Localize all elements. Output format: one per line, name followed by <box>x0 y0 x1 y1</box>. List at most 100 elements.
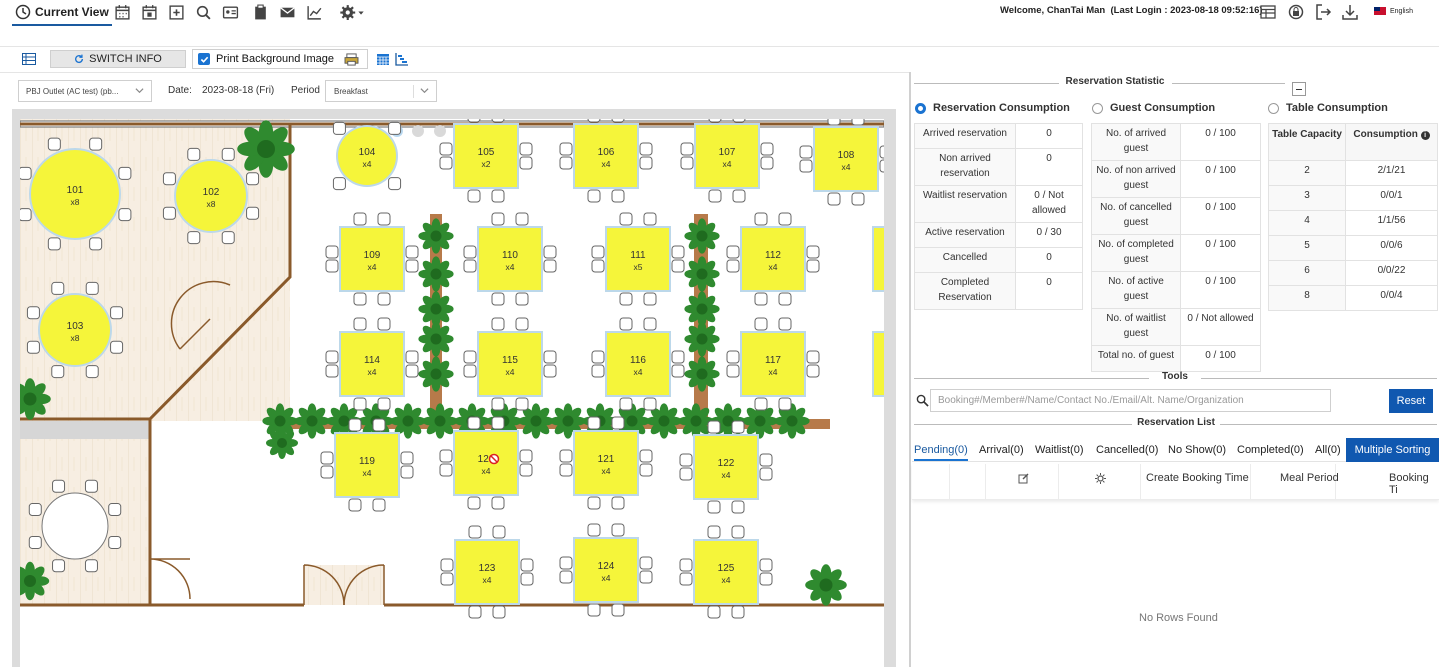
tab-completed[interactable]: Completed(0) <box>1237 444 1304 456</box>
table-115[interactable]: 115x4 <box>463 317 557 411</box>
guest-stat-row-label: No. of non arrived guest <box>1091 160 1181 198</box>
language-selector[interactable]: English <box>1374 7 1413 15</box>
calendar-day-icon[interactable] <box>140 3 158 21</box>
radio-table-consumption[interactable]: Table Consumption <box>1268 102 1388 114</box>
printer-icon[interactable] <box>344 52 359 66</box>
table-106[interactable]: 106x4 <box>559 119 653 203</box>
table-123[interactable]: 123x4 <box>440 525 534 619</box>
table-121[interactable]: 121x4 <box>559 416 653 510</box>
chair <box>759 453 773 467</box>
tab-no-show[interactable]: No Show(0) <box>1168 444 1226 456</box>
reservation-search-input[interactable]: Booking#/Member#/Name/Contact No./Email/… <box>930 389 1331 412</box>
table-stat-row-value: 2/1/21 <box>1345 160 1438 186</box>
table-124[interactable]: 124x4 <box>559 523 653 617</box>
radio-reservation-consumption[interactable]: Reservation Consumption <box>915 102 1070 114</box>
table-112[interactable]: 112x4 <box>726 212 820 306</box>
table-capacity: x4 <box>723 159 732 169</box>
outlet-select[interactable]: PBJ Outlet (AC test) (pb... <box>18 80 152 102</box>
reservation-stat-table: Arrived reservation 0 Non arrived reservat… <box>914 123 1083 310</box>
print-background-toggle[interactable]: Print Background Image <box>192 49 368 69</box>
info-icon[interactable]: i <box>1420 131 1430 140</box>
add-box-icon[interactable] <box>167 3 185 21</box>
chair <box>468 605 482 619</box>
table-capacity-header: Table Capacity <box>1268 123 1346 161</box>
download-icon[interactable] <box>1341 3 1359 21</box>
tab-cancelled[interactable]: Cancelled(0) <box>1096 444 1158 456</box>
chair <box>806 364 820 378</box>
chair <box>707 420 721 434</box>
tab-arrival[interactable]: Arrival(0) <box>979 444 1024 456</box>
table-stat-row-label: 2 <box>1268 160 1346 186</box>
tab-waitlist[interactable]: Waitlist(0) <box>1035 444 1083 456</box>
table-114[interactable]: 114x4 <box>325 317 419 411</box>
chair <box>400 465 414 479</box>
plant <box>237 120 295 178</box>
table-107[interactable]: 107x4 <box>680 119 774 203</box>
tab-pending[interactable]: Pending(0) <box>914 444 968 461</box>
chair <box>348 418 362 432</box>
chair <box>405 259 419 273</box>
table-116[interactable]: 116x4 <box>591 317 685 411</box>
calendar-grid-icon[interactable] <box>113 3 131 21</box>
mail-icon[interactable] <box>278 3 296 21</box>
chair <box>463 364 477 378</box>
chair <box>879 159 884 173</box>
table-108[interactable]: 108x4 <box>799 119 884 206</box>
table-capacity: x4 <box>368 262 377 272</box>
panel-divider[interactable] <box>909 72 911 667</box>
print-background-checkbox[interactable] <box>198 53 210 65</box>
table-117[interactable]: 117x4 <box>726 317 820 411</box>
table-119[interactable]: 119x4 <box>320 418 414 512</box>
settings-menu-icon[interactable] <box>337 3 367 21</box>
collapse-button[interactable] <box>1292 82 1306 96</box>
settings-column-icon[interactable] <box>1095 473 1106 484</box>
id-card-icon[interactable] <box>221 3 239 21</box>
column-booking-time[interactable]: Booking Ti <box>1389 472 1439 496</box>
table-125[interactable]: 125x4 <box>679 525 773 619</box>
chair <box>726 259 740 273</box>
chair <box>492 605 506 619</box>
chair <box>388 121 402 135</box>
date-value[interactable]: 2023-08-18 (Fri) <box>202 85 274 96</box>
table-109[interactable]: 109x4 <box>325 212 419 306</box>
timeline-icon[interactable] <box>395 52 409 66</box>
multiple-sorting-button[interactable]: Multiple Sorting <box>1346 438 1439 462</box>
table-number: 107 <box>719 147 736 158</box>
table-number: 112 <box>765 250 781 261</box>
chair <box>325 259 339 273</box>
reservation-stat-row-label: Completed Reservation <box>914 272 1016 310</box>
radio-guest-consumption[interactable]: Guest Consumption <box>1092 102 1215 114</box>
column-meal-period[interactable]: Meal Period <box>1280 472 1339 484</box>
current-view-tab[interactable]: Current View <box>12 2 112 26</box>
tab-all[interactable]: All(0) <box>1315 444 1341 456</box>
reset-button[interactable]: Reset <box>1389 389 1433 413</box>
chair <box>400 451 414 465</box>
table-105[interactable]: 105x2 <box>439 119 533 203</box>
table-122[interactable]: 122x4 <box>679 420 773 514</box>
table-120[interactable]: 120x4 <box>439 416 533 510</box>
chair <box>731 525 745 539</box>
clipboard-icon[interactable] <box>251 3 269 21</box>
statistic-section-title: Reservation Statistic <box>912 76 1439 96</box>
logout-icon[interactable] <box>1314 3 1332 21</box>
list-view-icon[interactable] <box>22 53 36 65</box>
table-110[interactable]: 110x4 <box>463 212 557 306</box>
chart-line-icon[interactable] <box>305 3 323 21</box>
chair <box>619 212 633 226</box>
table-111[interactable]: 111x5 <box>591 212 685 306</box>
reservation-stat-row-value: 0 <box>1015 272 1083 310</box>
calendar-blue-icon[interactable] <box>376 52 390 66</box>
chair <box>643 317 657 331</box>
table-view-icon[interactable] <box>1259 3 1277 21</box>
chair <box>759 572 773 586</box>
switch-info-button[interactable]: SWITCH INFO <box>50 50 186 68</box>
refresh-lock-icon[interactable] <box>1287 3 1305 21</box>
table-104[interactable]: 104x4 <box>332 121 402 191</box>
column-create-booking-time[interactable]: Create Booking Time <box>1146 472 1249 484</box>
search-icon[interactable] <box>194 3 212 21</box>
table-number: 114 <box>364 355 380 366</box>
chair <box>187 147 201 161</box>
period-select[interactable]: Breakfast <box>325 80 437 102</box>
guest-stat-row-label: Total no. of guest <box>1091 345 1181 372</box>
edit-column-icon[interactable] <box>1018 473 1029 484</box>
